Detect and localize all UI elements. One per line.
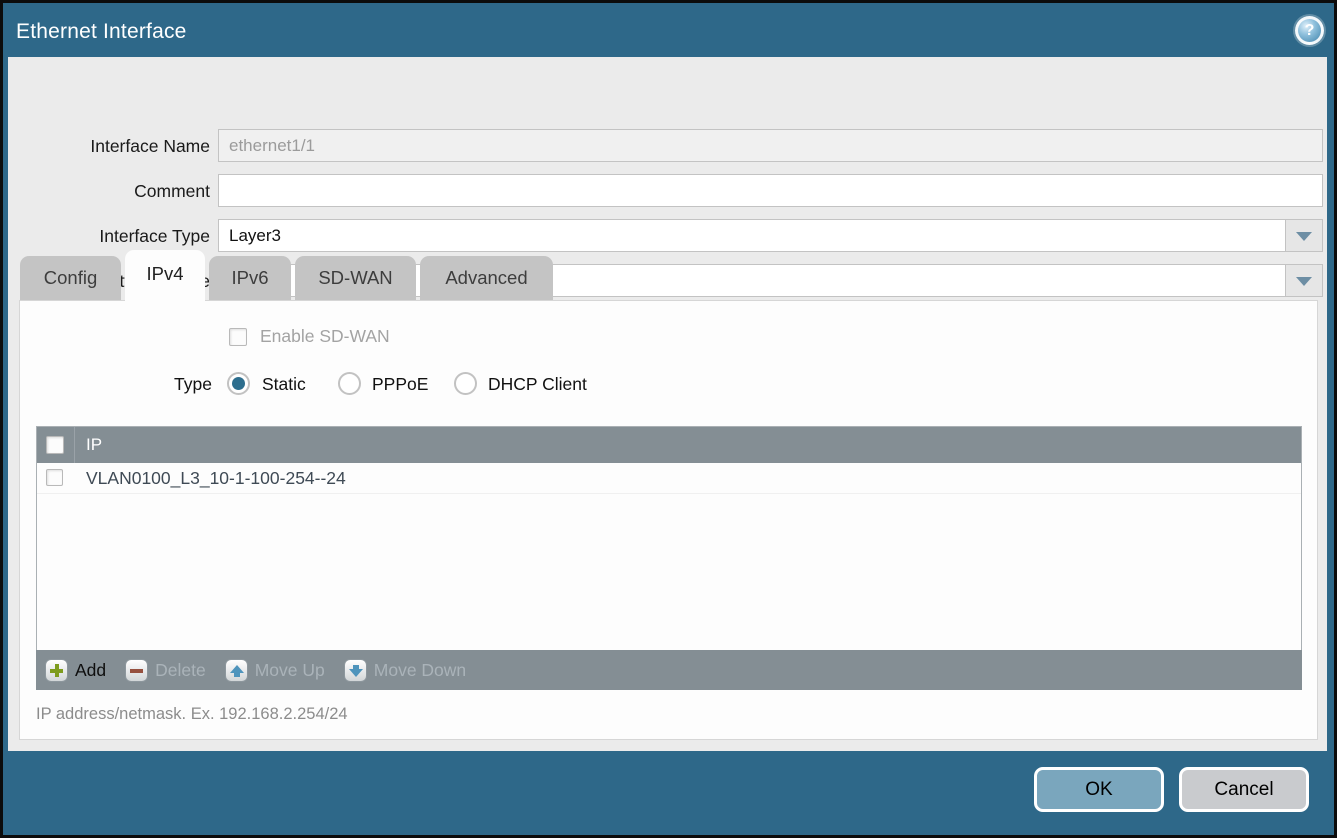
move-up-button-label: Move Up (255, 660, 325, 681)
tab-config[interactable]: Config (20, 256, 121, 300)
tab-ipv6[interactable]: IPv6 (209, 256, 291, 300)
radio-static-label: Static (262, 374, 306, 395)
interface-name-input (219, 130, 1322, 161)
tab-ipv4[interactable]: IPv4 (125, 250, 205, 301)
radio-pppoe[interactable] (338, 372, 361, 395)
move-up-arrow-icon (225, 659, 248, 682)
column-separator (74, 427, 75, 463)
delete-minus-icon (125, 659, 148, 682)
move-down-button-label: Move Down (374, 660, 466, 681)
move-down-button[interactable]: Move Down (344, 659, 466, 682)
ip-format-hint: IP address/netmask. Ex. 192.168.2.254/24 (36, 705, 348, 724)
comment-input[interactable] (219, 175, 1322, 206)
type-label: Type (120, 374, 212, 395)
ethernet-interface-dialog: Ethernet Interface ? Interface Name Comm… (0, 0, 1337, 838)
move-up-button[interactable]: Move Up (225, 659, 325, 682)
ip-table-header: IP (37, 427, 1301, 463)
cancel-button[interactable]: Cancel (1179, 767, 1309, 812)
ok-button[interactable]: OK (1034, 767, 1164, 812)
enable-sdwan-row: Enable SD-WAN (229, 326, 390, 347)
dialog-title: Ethernet Interface (16, 20, 187, 44)
interface-name-field (218, 129, 1323, 162)
interface-name-label: Interface Name (28, 136, 210, 157)
add-plus-icon (45, 659, 68, 682)
table-row[interactable]: VLAN0100_L3_10-1-100-254--24 (37, 463, 1301, 494)
radio-static[interactable] (227, 372, 250, 395)
tab-advanced[interactable]: Advanced (420, 256, 553, 300)
chevron-down-icon[interactable] (1285, 220, 1322, 251)
chevron-down-icon[interactable] (1285, 265, 1322, 296)
interface-type-select[interactable]: Layer3 (218, 219, 1323, 252)
interface-type-value: Layer3 (229, 226, 281, 246)
add-button-label: Add (75, 660, 106, 681)
type-row: Type Static PPPoE DHCP Client (0, 372, 1337, 398)
ip-cell: VLAN0100_L3_10-1-100-254--24 (86, 468, 346, 489)
comment-field[interactable] (218, 174, 1323, 207)
delete-button-label: Delete (155, 660, 206, 681)
table-toolbar: Add Delete Move Up Move Down (36, 650, 1302, 690)
add-button[interactable]: Add (45, 659, 106, 682)
radio-dhcp-client-label: DHCP Client (488, 374, 587, 395)
interface-type-label: Interface Type (28, 226, 210, 247)
delete-button[interactable]: Delete (125, 659, 206, 682)
ip-table-body: VLAN0100_L3_10-1-100-254--24 (37, 463, 1301, 650)
radio-dhcp-client[interactable] (454, 372, 477, 395)
comment-label: Comment (28, 181, 210, 202)
ip-column-header: IP (86, 435, 102, 455)
tab-sdwan[interactable]: SD-WAN (295, 256, 416, 300)
help-icon[interactable]: ? (1295, 16, 1324, 45)
ip-table: IP VLAN0100_L3_10-1-100-254--24 (36, 426, 1302, 650)
row-checkbox[interactable] (46, 469, 63, 486)
move-down-arrow-icon (344, 659, 367, 682)
enable-sdwan-label: Enable SD-WAN (260, 326, 390, 347)
select-all-checkbox[interactable] (46, 436, 64, 454)
radio-pppoe-label: PPPoE (372, 374, 428, 395)
enable-sdwan-checkbox[interactable] (229, 328, 247, 346)
